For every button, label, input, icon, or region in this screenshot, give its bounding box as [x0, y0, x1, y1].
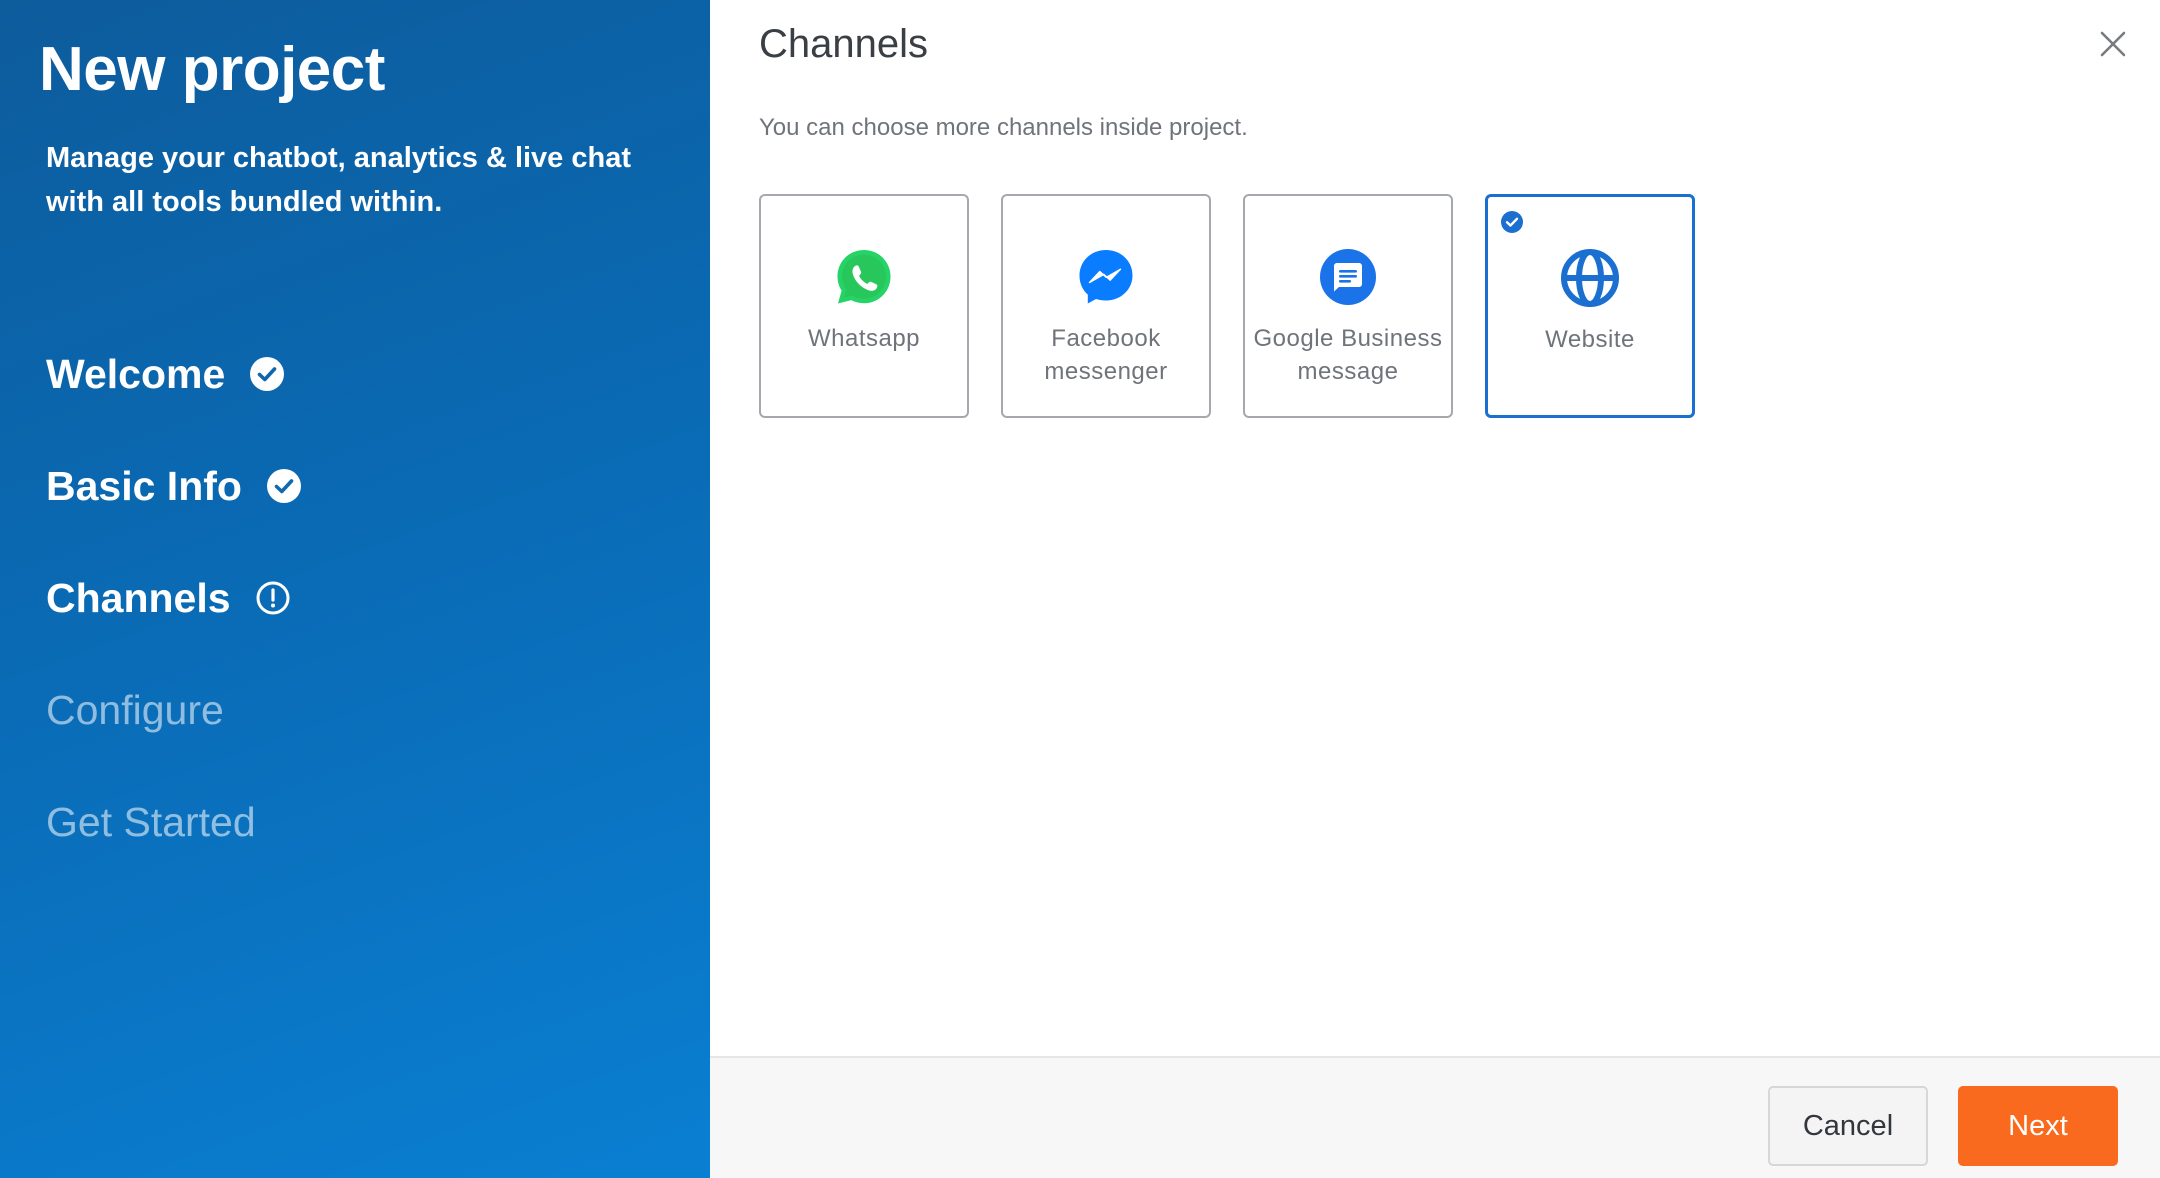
channel-label: Facebook messenger	[1044, 325, 1168, 385]
channel-cards: Whatsapp Facebook messenger Google Busin…	[759, 194, 1727, 418]
selected-check-icon	[1500, 210, 1524, 234]
alert-circle-icon	[255, 580, 291, 616]
channel-card-website[interactable]: Website	[1485, 194, 1695, 418]
page-subtitle: You can choose more channels inside proj…	[759, 114, 1248, 141]
channel-card-google-business-message[interactable]: Google Business message	[1243, 194, 1453, 418]
page-title: Channels	[759, 22, 929, 66]
step-label: Channels	[46, 574, 231, 621]
sidebar-subtitle: Manage your chatbot, analytics & live ch…	[46, 142, 631, 218]
step-basic-info: Basic Info	[46, 430, 302, 542]
check-circle-icon	[249, 356, 285, 392]
step-label: Get Started	[46, 798, 256, 845]
step-label: Basic Info	[46, 462, 242, 509]
channel-card-facebook-messenger[interactable]: Facebook messenger	[1001, 194, 1211, 418]
google-business-message-icon	[1317, 246, 1379, 308]
steps-list: Welcome Basic Info Channels Configure Ge…	[46, 318, 302, 878]
step-configure: Configure	[46, 654, 302, 766]
check-circle-icon	[266, 468, 302, 504]
close-icon	[2093, 24, 2133, 64]
channel-label: Google Business message	[1253, 325, 1443, 385]
step-label: Configure	[46, 686, 224, 733]
channels-panel: Channels You can choose more channels in…	[710, 0, 2160, 1178]
messenger-icon	[1075, 246, 1137, 308]
step-label: Welcome	[46, 350, 226, 397]
next-button[interactable]: Next	[1958, 1086, 2118, 1166]
whatsapp-icon	[833, 246, 895, 308]
sidebar-title: New project	[39, 35, 385, 104]
close-button[interactable]	[2093, 24, 2133, 64]
step-channels: Channels	[46, 542, 302, 654]
globe-icon	[1559, 247, 1621, 309]
sidebar: New project Manage your chatbot, analyti…	[0, 0, 710, 1178]
footer-bar: Cancel Next	[710, 1056, 2160, 1178]
channel-label: Whatsapp	[807, 325, 921, 352]
cancel-button[interactable]: Cancel	[1768, 1086, 1928, 1166]
channel-card-whatsapp[interactable]: Whatsapp	[759, 194, 969, 418]
step-welcome: Welcome	[46, 318, 302, 430]
channel-label: Website	[1545, 326, 1635, 353]
step-get-started: Get Started	[46, 766, 302, 878]
